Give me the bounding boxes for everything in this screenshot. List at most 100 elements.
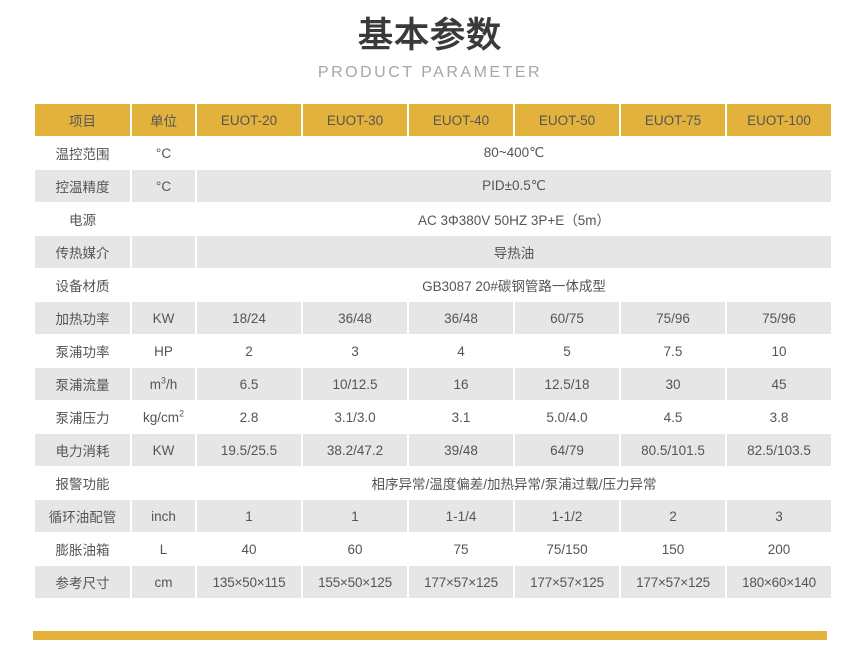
cell-m30: 38.2/47.2 — [303, 434, 407, 466]
spec-table-head: 项目 单位 EUOT-20 EUOT-30 EUOT-40 EUOT-50 EUOT-75 E… — [35, 104, 831, 136]
cell-m40: 4 — [409, 335, 513, 367]
page-subtitle: PRODUCT PARAMETER — [317, 64, 543, 81]
cell-m50: 75/150 — [515, 533, 619, 565]
cell-m50: 5 — [515, 335, 619, 367]
cell-m75: 80.5/101.5 — [621, 434, 725, 466]
column-header-item: 项目 — [35, 104, 130, 136]
row-item-label: 电力消耗 — [35, 434, 130, 466]
row-item-label: 参考尺寸 — [35, 566, 130, 598]
table-row: 加热功率 KW 18/24 36/48 36/48 60/75 75/96 75/96 — [35, 302, 831, 334]
table-row: 循环油配管 inch 1 1 1-1/4 1-1/2 2 3 — [35, 500, 831, 532]
cell-m20: 1 — [197, 500, 301, 532]
cell-m30: 10/12.5 — [303, 368, 407, 400]
table-row: 膨胀油箱 L 40 60 75 75/150 150 200 — [35, 533, 831, 565]
row-item-label: 报警功能 — [35, 467, 130, 499]
cell-m30: 3 — [303, 335, 407, 367]
row-item-label: 泵浦压力 — [35, 401, 130, 433]
cell-m20: 18/24 — [197, 302, 301, 334]
row-unit-label: HP — [132, 335, 195, 367]
row-unit-label — [132, 269, 195, 301]
cell-m100: 3 — [727, 500, 831, 532]
cell-m20: 6.5 — [197, 368, 301, 400]
cell-m20: 19.5/25.5 — [197, 434, 301, 466]
cell-m100: 10 — [727, 335, 831, 367]
cell-m100: 200 — [727, 533, 831, 565]
cell-m40: 177×57×125 — [409, 566, 513, 598]
row-item-label: 电源 — [35, 203, 130, 235]
bottom-accent-bar — [33, 631, 827, 640]
row-unit-label: m3/h — [132, 368, 195, 400]
cell-m30: 1 — [303, 500, 407, 532]
table-row: 电力消耗 KW 19.5/25.5 38.2/47.2 39/48 64/79 80.5/1… — [35, 434, 831, 466]
cell-m20: 2 — [197, 335, 301, 367]
row-merged-value: AC 3Φ380V 50HZ 3P+E（5m） — [197, 203, 831, 235]
row-unit-label: kg/cm2 — [132, 401, 195, 433]
cell-m40: 36/48 — [409, 302, 513, 334]
table-row: 控温精度 °C PID±0.5℃ — [35, 170, 831, 202]
table-row: 电源 AC 3Φ380V 50HZ 3P+E（5m） — [35, 203, 831, 235]
row-merged-value: 导热油 — [197, 236, 831, 268]
row-item-label: 循环油配管 — [35, 500, 130, 532]
cell-m40: 16 — [409, 368, 513, 400]
row-item-label: 控温精度 — [35, 170, 130, 202]
row-unit-label: KW — [132, 302, 195, 334]
cell-m75: 2 — [621, 500, 725, 532]
spec-table: 项目 单位 EUOT-20 EUOT-30 EUOT-40 EUOT-50 EUOT-75 E… — [33, 103, 833, 599]
cell-m20: 2.8 — [197, 401, 301, 433]
cell-m75: 7.5 — [621, 335, 725, 367]
row-unit-label — [132, 467, 195, 499]
row-merged-value: 80~400℃ — [197, 137, 831, 169]
cell-m50: 60/75 — [515, 302, 619, 334]
row-item-label: 传热媒介 — [35, 236, 130, 268]
table-row: 传热媒介 导热油 — [35, 236, 831, 268]
column-header-m100: EUOT-100 — [727, 104, 831, 136]
table-row: 温控范围 °C 80~400℃ — [35, 137, 831, 169]
spec-table-wrapper: 项目 单位 EUOT-20 EUOT-30 EUOT-40 EUOT-50 EUOT-75 E… — [33, 103, 831, 599]
cell-m100: 45 — [727, 368, 831, 400]
cell-m75: 4.5 — [621, 401, 725, 433]
cell-m30: 3.1/3.0 — [303, 401, 407, 433]
cell-m30: 155×50×125 — [303, 566, 407, 598]
row-item-label: 设备材质 — [35, 269, 130, 301]
row-unit-label: L — [132, 533, 195, 565]
cell-m100: 82.5/103.5 — [727, 434, 831, 466]
table-row: 设备材质 GB3087 20#碳钢管路一体成型 — [35, 269, 831, 301]
spec-table-body: 温控范围 °C 80~400℃ 控温精度 °C PID±0.5℃ 电源 AC 3Φ380V 5… — [35, 137, 831, 598]
row-item-label: 泵浦功率 — [35, 335, 130, 367]
row-item-label: 加热功率 — [35, 302, 130, 334]
row-unit-label: °C — [132, 137, 195, 169]
cell-m50: 1-1/2 — [515, 500, 619, 532]
table-row: 泵浦流量 m3/h 6.5 10/12.5 16 12.5/18 30 45 — [35, 368, 831, 400]
cell-m100: 3.8 — [727, 401, 831, 433]
column-header-m75: EUOT-75 — [621, 104, 725, 136]
row-merged-value: 相序异常/温度偏差/加热异常/泵浦过载/压力异常 — [197, 467, 831, 499]
cell-m40: 1-1/4 — [409, 500, 513, 532]
row-unit-label: inch — [132, 500, 195, 532]
table-row: 报警功能 相序异常/温度偏差/加热异常/泵浦过载/压力异常 — [35, 467, 831, 499]
row-unit-label — [132, 236, 195, 268]
cell-m50: 64/79 — [515, 434, 619, 466]
row-unit-label: °C — [132, 170, 195, 202]
table-header-row: 项目 单位 EUOT-20 EUOT-30 EUOT-40 EUOT-50 EUOT-75 E… — [35, 104, 831, 136]
cell-m40: 75 — [409, 533, 513, 565]
cell-m75: 177×57×125 — [621, 566, 725, 598]
row-item-label: 温控范围 — [35, 137, 130, 169]
row-unit-label: cm — [132, 566, 195, 598]
row-item-label: 泵浦流量 — [35, 368, 130, 400]
column-header-m30: EUOT-30 — [303, 104, 407, 136]
title-block: 基本参数 PRODUCT PARAMETER — [0, 0, 860, 84]
cell-m20: 135×50×115 — [197, 566, 301, 598]
row-merged-value: PID±0.5℃ — [197, 170, 831, 202]
cell-m75: 30 — [621, 368, 725, 400]
cell-m100: 75/96 — [727, 302, 831, 334]
column-header-m40: EUOT-40 — [409, 104, 513, 136]
column-header-m20: EUOT-20 — [197, 104, 301, 136]
cell-m50: 5.0/4.0 — [515, 401, 619, 433]
column-header-m50: EUOT-50 — [515, 104, 619, 136]
table-row: 泵浦压力 kg/cm2 2.8 3.1/3.0 3.1 5.0/4.0 4.5 3.8 — [35, 401, 831, 433]
table-row: 泵浦功率 HP 2 3 4 5 7.5 10 — [35, 335, 831, 367]
page-title: 基本参数 — [357, 16, 502, 55]
column-header-unit: 单位 — [132, 104, 195, 136]
cell-m75: 150 — [621, 533, 725, 565]
cell-m30: 36/48 — [303, 302, 407, 334]
